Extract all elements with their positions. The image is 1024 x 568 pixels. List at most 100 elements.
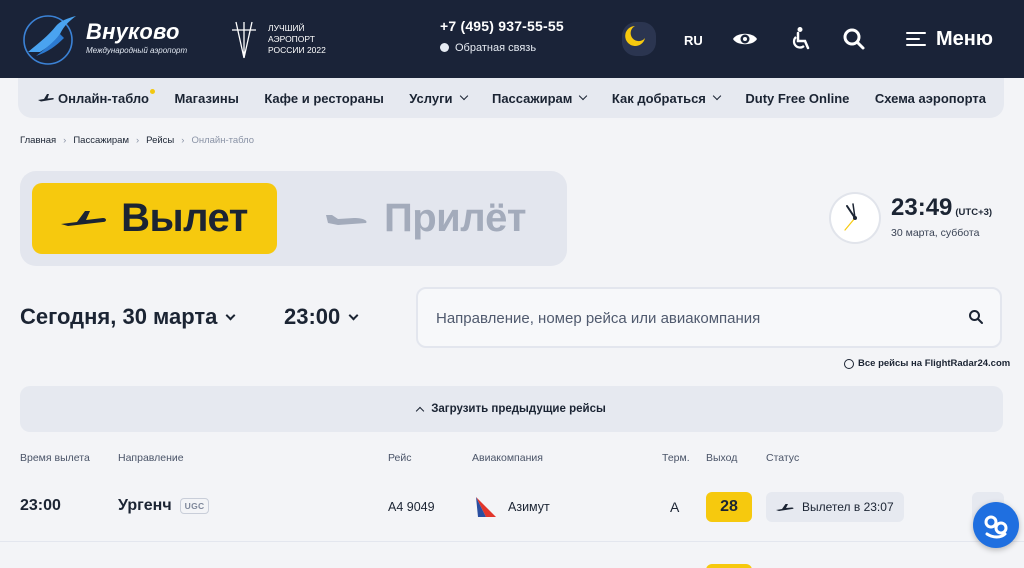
arrival-plane-icon (325, 214, 367, 225)
theme-toggle-button[interactable] (622, 22, 656, 56)
award-text: ЛУЧШИЙ АЭРОПОРТ РОССИИ 2022 (268, 23, 326, 55)
breadcrumb: Главная › Пассажирам › Рейсы › Онлайн-табло (20, 135, 254, 146)
departure-plane-icon (61, 210, 107, 226)
flightradar-label: Все рейсы на FlightRadar24.com (858, 358, 1011, 369)
chevron-up-icon (415, 406, 425, 415)
menu-icon (906, 32, 926, 46)
flight-search-input[interactable] (436, 307, 956, 329)
airline: Азимут (472, 495, 550, 519)
nav-online-board[interactable]: Онлайн-табло (38, 88, 155, 106)
column-header-status: Статус (766, 452, 800, 464)
column-header-destination: Направление (118, 452, 184, 464)
date-select-value: Сегодня, 30 марта (20, 304, 218, 329)
chevron-down-icon (459, 91, 468, 101)
chevron-down-icon (579, 91, 588, 101)
departed-plane-icon (776, 503, 794, 511)
logo-title: Внуково (86, 19, 180, 44)
nav-cafes[interactable]: Кафе и рестораны (264, 91, 383, 106)
time-value: 23:49 (891, 194, 953, 221)
nav-shops[interactable]: Магазины (174, 91, 238, 106)
chevron-down-icon (225, 310, 236, 320)
live-dot (149, 88, 155, 94)
direction-toggle: Вылет Прилёт (20, 171, 567, 266)
nav-passengers[interactable]: Пассажирам (491, 90, 588, 106)
flightradar-icon (844, 358, 854, 369)
flight-search-box (416, 287, 1002, 348)
nav-label: Duty Free Online (745, 90, 850, 106)
nav-label: Пассажирам (491, 90, 573, 106)
breadcrumb-separator: › (136, 135, 140, 146)
award-laurel-icon (232, 21, 256, 59)
table-row[interactable]: 23:00 Ургенч UGC А4 9049 Азимут А 28 Выле… (0, 478, 1024, 542)
departure-tab[interactable]: Вылет (32, 183, 277, 254)
chevron-down-icon (348, 310, 359, 320)
current-date: 30 марта, суббота (891, 227, 980, 239)
nav-label: Схема аэропорта (874, 90, 986, 106)
arrival-label: Прилёт (383, 196, 527, 240)
feedback-label: Обратная связь (455, 42, 537, 54)
logo-subtitle: Международный аэропорт (86, 46, 188, 55)
column-header-terminal: Терм. (662, 452, 690, 464)
breadcrumb-passengers[interactable]: Пассажирам (73, 135, 129, 146)
breadcrumb-separator: › (181, 135, 185, 146)
nav-label: Кафе и рестораны (264, 90, 384, 106)
eye-icon[interactable] (732, 26, 758, 52)
feedback-link[interactable]: Обратная связь (440, 42, 536, 54)
gate-badge: 28 (706, 492, 752, 522)
chevron-down-icon (712, 91, 722, 101)
breadcrumb-flights[interactable]: Рейсы (146, 135, 174, 146)
nav-label: Как добраться (611, 90, 706, 106)
main-nav: Онлайн-табло Магазины Кафе и рестораны У… (18, 78, 1004, 118)
terminal: А (670, 499, 680, 515)
nav-services[interactable]: Услуги (409, 90, 468, 106)
time-select[interactable]: 23:00 (284, 304, 359, 330)
accessibility-icon[interactable] (787, 26, 813, 52)
clock-icon (831, 194, 879, 242)
column-header-airline: Авиакомпания (472, 452, 543, 464)
departure-label: Вылет (121, 196, 248, 240)
flight-number: А4 9049 (388, 500, 435, 514)
nav-airport-map[interactable]: Схема аэропорта (875, 91, 986, 106)
menu-button[interactable]: Меню (906, 26, 993, 52)
arrival-tab[interactable]: Прилёт (296, 183, 554, 254)
flight-time: 23:00 (20, 497, 61, 514)
chat-widget-icon (984, 515, 1008, 539)
column-header-time: Время вылета (20, 452, 90, 464)
swallow-logo-icon (23, 15, 76, 65)
search-icon[interactable] (841, 26, 867, 52)
vnukovo-logo[interactable]: Внуково Международный аэропорт (22, 12, 197, 68)
search-icon[interactable] (968, 309, 984, 325)
current-time: 23:49 (UTC+3) (891, 194, 992, 222)
breadcrumb-home[interactable]: Главная (20, 135, 56, 146)
next-row-gate-badge (706, 564, 752, 568)
airline-name: Азимут (508, 500, 550, 514)
nav-directions[interactable]: Как добраться (611, 90, 722, 106)
column-header-gate: Выход (706, 452, 738, 464)
time-select-value: 23:00 (284, 304, 341, 329)
award-badge: ЛУЧШИЙ АЭРОПОРТ РОССИИ 2022 (230, 20, 350, 60)
nav-label: Онлайн-табло (58, 90, 149, 106)
moon-icon (625, 26, 645, 46)
status-text: Вылетел в 23:07 (802, 500, 894, 514)
nav-label: Услуги (409, 90, 453, 106)
flightradar-link[interactable]: Все рейсы на FlightRadar24.com (844, 358, 1010, 369)
menu-label: Меню (936, 27, 993, 50)
nav-duty-free[interactable]: Duty Free Online (745, 91, 849, 106)
load-previous-button[interactable]: Загрузить предыдущие рейсы (20, 386, 1003, 432)
date-select[interactable]: Сегодня, 30 марта (20, 304, 236, 330)
plane-icon (38, 94, 54, 102)
breadcrumb-separator: › (63, 135, 67, 146)
chat-widget-button[interactable] (973, 502, 1019, 548)
top-header: Внуково Международный аэропорт ЛУЧШИЙ АЭ… (0, 0, 1024, 78)
nav-label: Магазины (174, 90, 239, 106)
breadcrumb-current: Онлайн-табло (191, 135, 255, 146)
column-header-flight: Рейс (388, 452, 412, 464)
airport-code-badge: UGC (179, 498, 210, 514)
flight-destination: Ургенч UGC (118, 497, 210, 515)
phone-number[interactable]: +7 (495) 937-55-55 (440, 18, 564, 34)
utc-offset: (UTC+3) (955, 207, 993, 218)
destination-city: Ургенч (118, 497, 172, 514)
language-switcher[interactable]: RU (684, 33, 703, 48)
status-badge: Вылетел в 23:07 (766, 492, 904, 522)
chat-icon (440, 43, 449, 52)
